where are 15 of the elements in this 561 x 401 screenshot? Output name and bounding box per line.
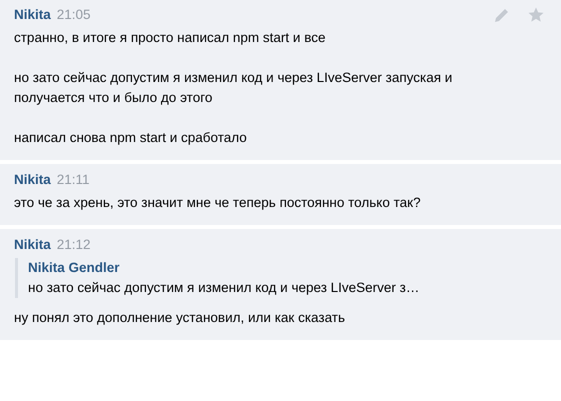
message-text: но зато сейчас допустим я изменил код и через LIveServer запуская и получается что и было до этого: [14, 69, 454, 107]
message-time: 21:12: [56, 237, 91, 252]
message-text: странно, в итоге я просто написал npm start и все: [14, 29, 326, 47]
message-time: 21:05: [56, 7, 91, 22]
message-text: написал снова npm start и сработало: [14, 129, 248, 147]
star-icon[interactable]: [527, 6, 545, 24]
edit-icon[interactable]: [493, 6, 511, 24]
author-name: Nikita: [14, 237, 51, 252]
quote-author: Nikita Gendler: [28, 259, 121, 277]
message-text: это че за хрень, это значит мне че теперь постоянно только так?: [14, 194, 422, 212]
message-text: ну понял это дополнение установил, или как сказать: [14, 309, 346, 327]
author-name: Nikita: [14, 7, 51, 22]
quote-text: но зато сейчас допустим я изменил код и через LIveServer з…: [28, 279, 420, 297]
message-time: 21:11: [56, 172, 90, 187]
author-name: Nikita: [14, 172, 51, 187]
